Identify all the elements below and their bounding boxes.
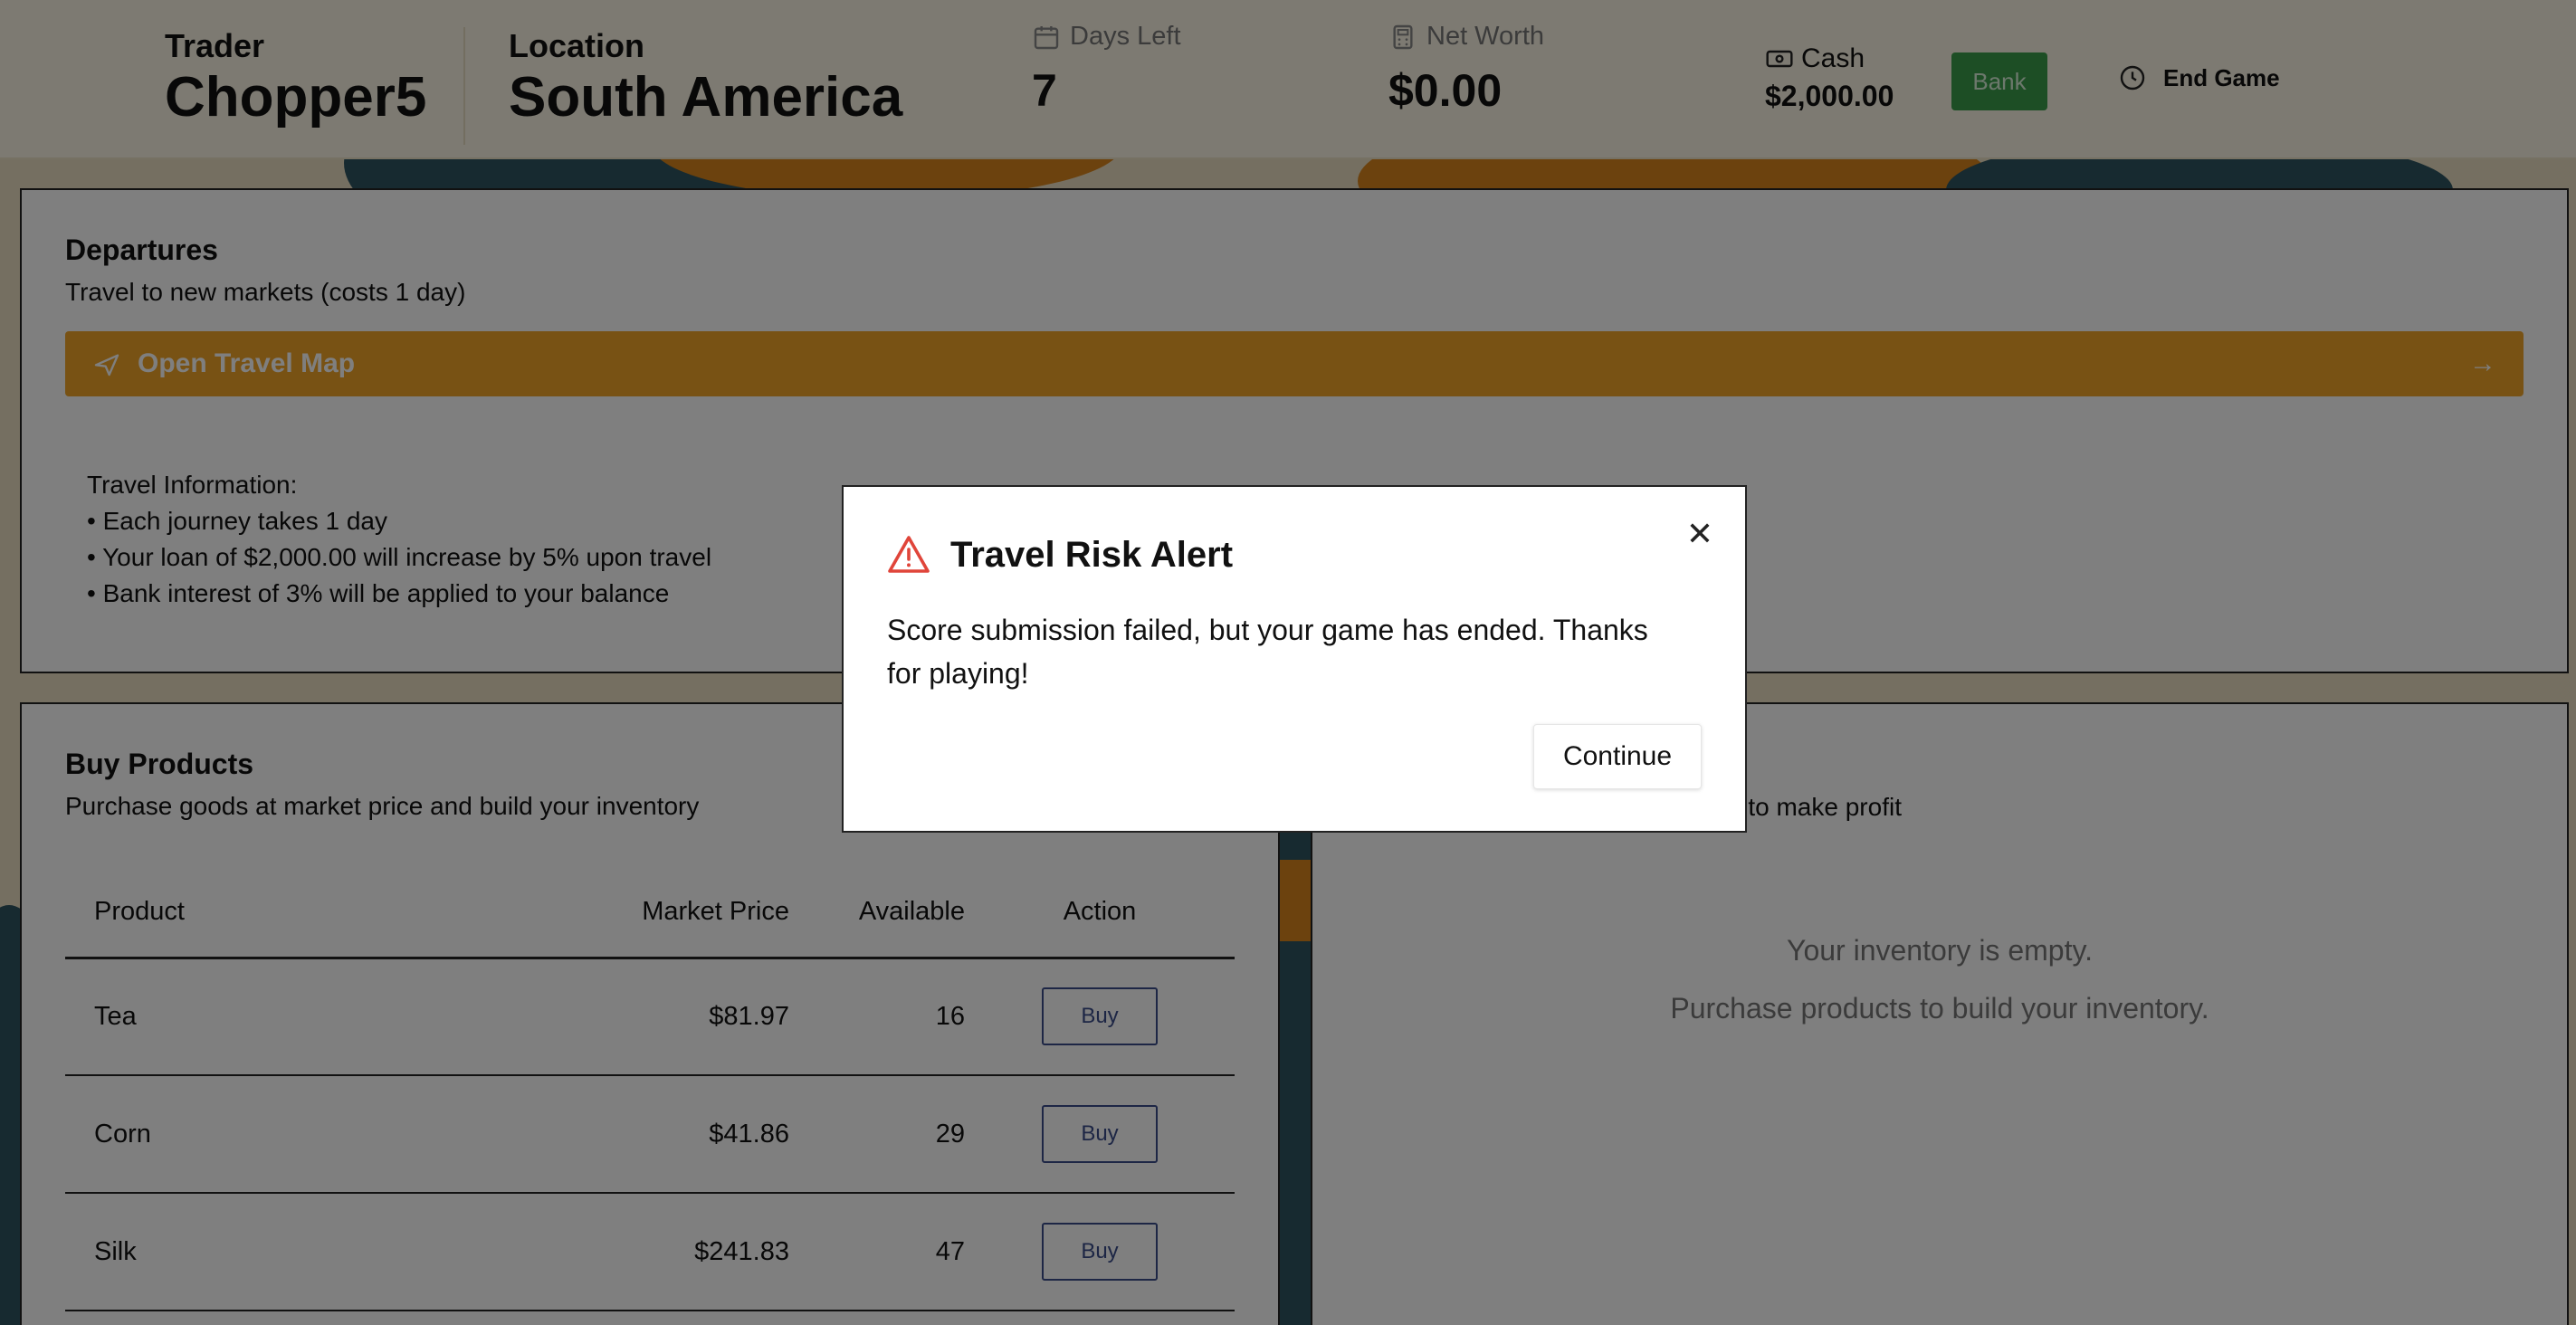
travel-risk-alert-dialog: Travel Risk Alert ✕ Score submission fai… [842, 485, 1747, 833]
dialog-title: Travel Risk Alert [887, 534, 1233, 576]
dialog-title-text: Travel Risk Alert [950, 534, 1234, 575]
warning-icon [888, 536, 930, 573]
continue-button[interactable]: Continue [1533, 724, 1702, 789]
dialog-message: Score submission failed, but your game h… [887, 614, 1648, 690]
close-icon[interactable]: ✕ [1680, 514, 1720, 554]
